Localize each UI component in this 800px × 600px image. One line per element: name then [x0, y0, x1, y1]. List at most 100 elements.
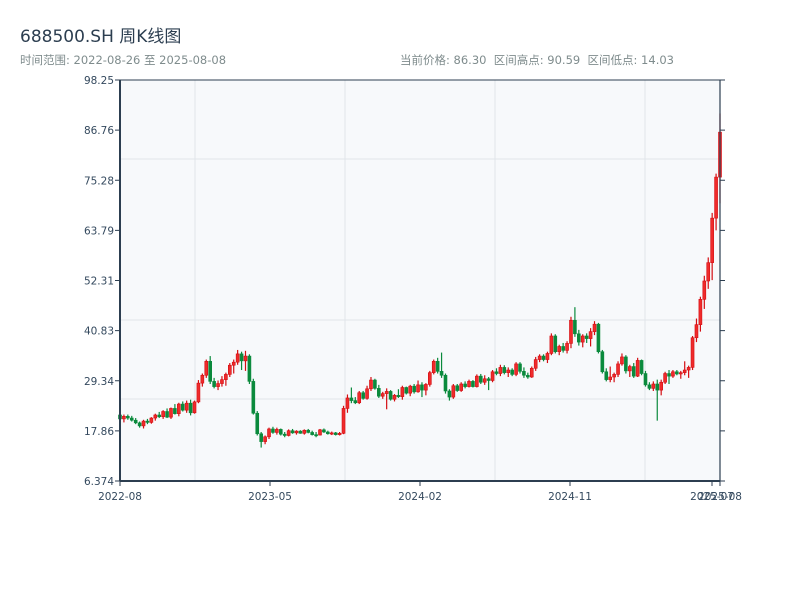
candle-down [278, 429, 283, 435]
candle-up [329, 432, 334, 435]
candle-up [620, 356, 624, 365]
candle-down [631, 366, 636, 377]
candle-up [365, 388, 369, 399]
candle-up [475, 375, 479, 387]
candle-down [180, 403, 185, 411]
candle-down [282, 433, 287, 436]
y-tick-label: 29.34 [84, 376, 114, 388]
candle-down [188, 402, 193, 414]
candle-down [322, 429, 326, 433]
candle-down [647, 384, 652, 389]
candle-up [345, 397, 350, 409]
candle-down [439, 371, 444, 376]
candle-up [569, 319, 573, 344]
candle-up [616, 363, 620, 375]
candle-up [431, 360, 436, 373]
x-tick-label: 2024-02 [398, 491, 442, 503]
candle-up [710, 217, 714, 263]
candle-down [396, 395, 401, 397]
candle-up [537, 355, 542, 360]
candle-up [196, 382, 201, 403]
candle-down [604, 371, 609, 380]
candle-up [659, 381, 663, 391]
candle-down [361, 392, 365, 399]
candle-up [267, 428, 271, 438]
candle-down [573, 319, 577, 335]
candle-up [341, 408, 346, 434]
candle-up [580, 335, 585, 343]
candle-down [463, 383, 467, 387]
candle-up [153, 414, 158, 419]
candle-up [161, 411, 165, 418]
candle-up [424, 384, 428, 391]
candle-down [310, 432, 314, 435]
candle-down [239, 353, 244, 362]
candle-down [518, 363, 522, 372]
candle-up [663, 373, 667, 383]
candle-down [326, 431, 330, 435]
candle-down [173, 408, 177, 414]
candle-down [667, 373, 671, 377]
candle-up [714, 176, 718, 219]
candle-down [255, 412, 260, 435]
candle-up [235, 353, 240, 363]
candle-down [443, 374, 448, 392]
y-tick-label: 6.374 [84, 476, 114, 488]
x-tick-label: 2025-08 [698, 491, 742, 503]
candle-up [635, 360, 640, 377]
candle-down [655, 383, 660, 391]
candle-up [428, 372, 432, 385]
candle-down [526, 374, 530, 378]
candle-down [553, 335, 558, 352]
candle-up [416, 384, 420, 393]
candle-down [129, 417, 134, 421]
candle-up [702, 280, 707, 300]
candle-up [698, 299, 703, 325]
candle-down [259, 433, 263, 442]
candle-up [275, 429, 279, 433]
candle-up [149, 417, 154, 423]
candle-up [467, 381, 471, 387]
candle-up [204, 360, 209, 376]
candle-up [498, 367, 503, 374]
candle-up [592, 323, 597, 332]
candle-down [247, 355, 252, 382]
candle-down [271, 428, 275, 433]
candle-down [126, 415, 130, 419]
candle-up [294, 430, 299, 434]
candle-down [251, 381, 256, 414]
candle-down [596, 323, 601, 352]
candle-up [678, 372, 683, 375]
candle-down [577, 333, 581, 343]
candle-down [212, 381, 216, 387]
candle-down [675, 371, 679, 375]
candle-up [369, 379, 373, 390]
candlestick-chart: 6.374 17.86 29.34 40.83 52.31 63.79 75.28 86.76… [84, 75, 742, 503]
candle-down [561, 346, 565, 351]
candle-up [141, 420, 146, 427]
candle-up [408, 385, 412, 394]
candle-up [628, 366, 632, 372]
candle-up [545, 353, 550, 360]
x-tick-label: 2023-05 [248, 491, 292, 503]
candle-down [471, 381, 475, 387]
candle-up [651, 383, 656, 389]
candle-up [565, 343, 569, 351]
candle-up [192, 401, 197, 414]
candle-down [404, 387, 409, 394]
candle-down [522, 371, 526, 376]
candle-down [333, 432, 338, 435]
candle-down [208, 360, 212, 382]
candle-down [639, 360, 644, 374]
candle-up [557, 346, 562, 352]
candle-up [482, 378, 487, 383]
candle-up [451, 385, 456, 398]
candle-down [165, 411, 169, 418]
candle-down [314, 434, 318, 437]
candle-up [506, 369, 511, 373]
candle-down [600, 351, 605, 373]
candle-up [608, 376, 612, 380]
candle-up [169, 408, 173, 418]
candle-down [447, 390, 452, 398]
candle-up [686, 367, 691, 371]
